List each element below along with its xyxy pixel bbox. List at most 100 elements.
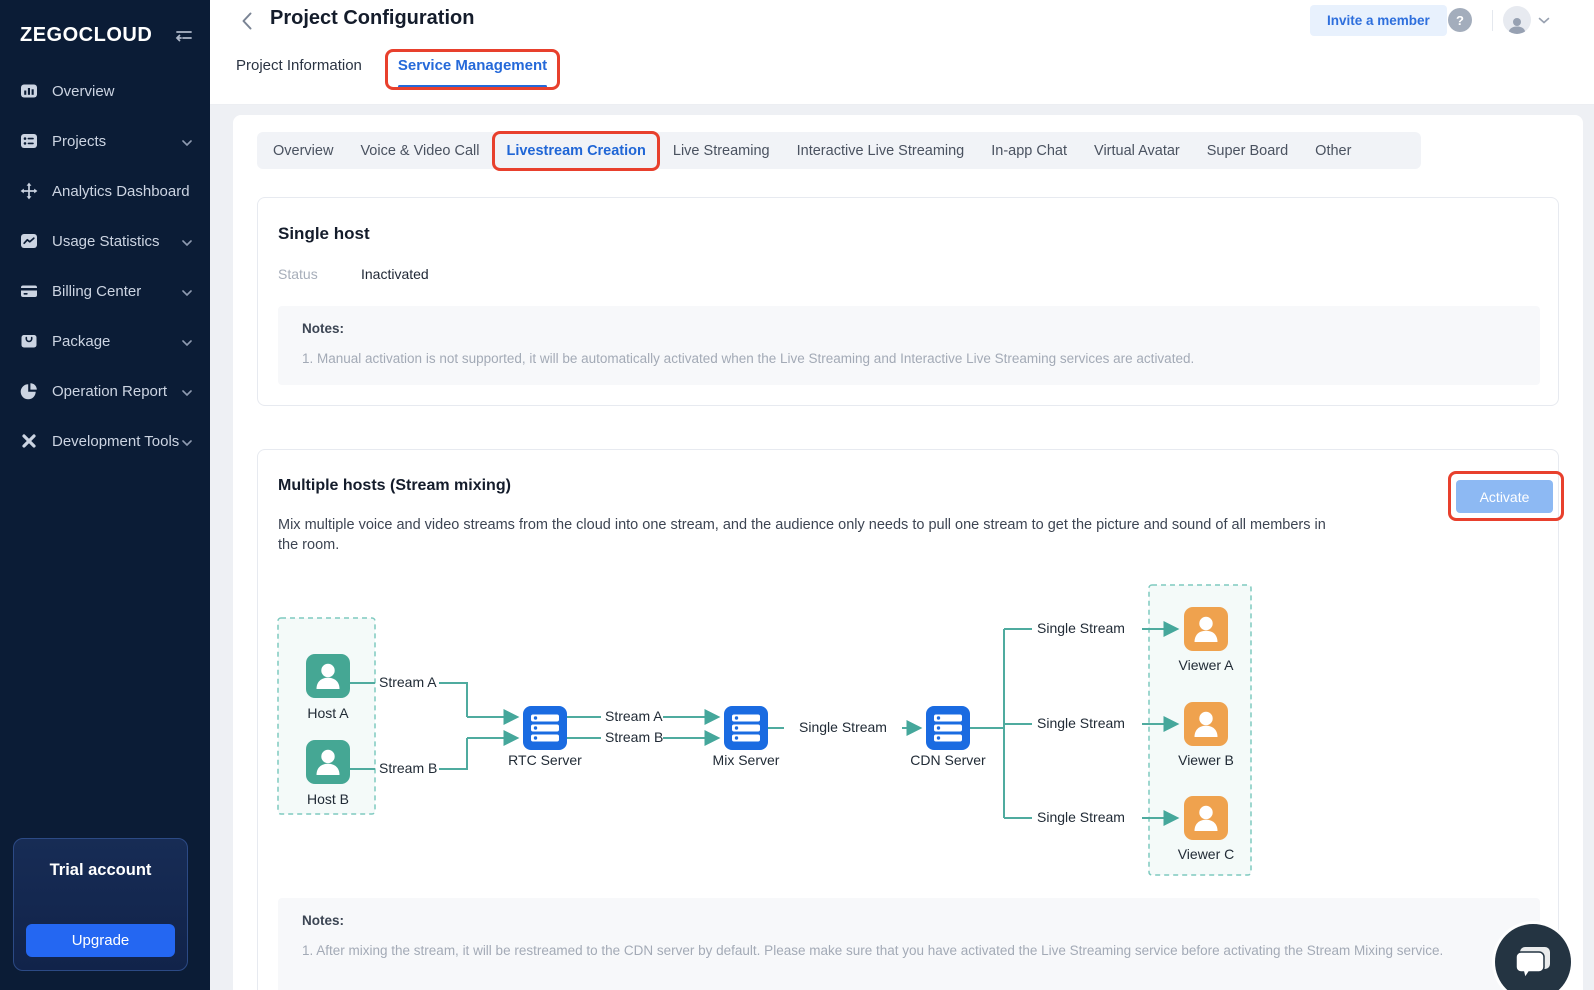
- multiple-hosts-card: Multiple hosts (Stream mixing) Activate …: [257, 449, 1559, 990]
- sidebar-item-projects[interactable]: Projects: [0, 129, 210, 153]
- sidebar-item-label: Development Tools: [52, 433, 179, 450]
- notes-title: Notes:: [302, 321, 1516, 336]
- sidebar-item-billing-center[interactable]: Billing Center: [0, 279, 210, 303]
- host-b-icon: [306, 740, 350, 784]
- sidebar-item-label: Usage Statistics: [52, 233, 160, 250]
- viewer-c-icon: [1184, 796, 1228, 840]
- host-a-label: Host A: [307, 705, 349, 721]
- sidebar-item-package[interactable]: Package: [0, 329, 210, 353]
- sidebar-item-analytics-dashboard[interactable]: Analytics Dashboard: [0, 179, 210, 203]
- subtab-super-board[interactable]: Super Board: [1207, 143, 1288, 159]
- viewer-a-label: Viewer A: [1179, 657, 1235, 673]
- sidebar-item-label: Projects: [52, 133, 106, 150]
- host-b-label: Host B: [307, 791, 349, 807]
- status-label: Status: [278, 266, 318, 282]
- viewer-a-icon: [1184, 607, 1228, 651]
- stream-mixing-diagram: Host A Host B Stream A Stream B RTC Serv…: [271, 571, 1273, 877]
- viewer-b-label: Viewer B: [1178, 752, 1234, 768]
- move-arrows-icon: [20, 182, 38, 200]
- credit-card-icon: [20, 282, 38, 300]
- single-stream-label: Single Stream: [1037, 715, 1125, 731]
- project-tabs: Project Information Service Management: [236, 57, 547, 88]
- sidebar-item-label: Operation Report: [52, 383, 167, 400]
- stream-a-label: Stream A: [379, 674, 437, 690]
- cdn-server-label: CDN Server: [910, 752, 986, 768]
- upgrade-button[interactable]: Upgrade: [26, 924, 175, 957]
- status-row: Status Inactivated: [278, 266, 318, 282]
- header-divider: [1492, 10, 1493, 31]
- sidebar-item-operation-report[interactable]: Operation Report: [0, 379, 210, 403]
- viewer-c-label: Viewer C: [1178, 846, 1235, 862]
- page-title: Project Configuration: [270, 7, 474, 30]
- subtab-in-app-chat[interactable]: In-app Chat: [991, 143, 1067, 159]
- single-stream-label: Single Stream: [799, 719, 887, 735]
- line-chart-icon: [20, 232, 38, 250]
- collapse-sidebar-icon[interactable]: [174, 28, 194, 44]
- chevron-down-icon: [1538, 17, 1550, 24]
- sidebar: ZEGOCLOUD Overview Projects: [0, 0, 210, 990]
- avatar: [1503, 6, 1531, 34]
- viewer-b-icon: [1184, 702, 1228, 746]
- top-header: Project Configuration Invite a member ? …: [210, 0, 1594, 105]
- activate-button[interactable]: Activate: [1456, 480, 1553, 513]
- single-stream-label: Single Stream: [1037, 620, 1125, 636]
- back-button[interactable]: [236, 10, 258, 32]
- sidebar-item-label: Billing Center: [52, 283, 141, 300]
- chevron-down-icon: [182, 333, 192, 350]
- subtab-label: Livestream Creation: [506, 143, 645, 159]
- mix-server-icon: [724, 706, 768, 750]
- cdn-server-icon: [926, 706, 970, 750]
- rtc-server-label: RTC Server: [508, 752, 582, 768]
- tab-label: Project Information: [236, 57, 362, 74]
- stream-mixing-description: Mix multiple voice and video streams fro…: [278, 515, 1348, 555]
- zegocloud-logo: ZEGOCLOUD: [20, 24, 152, 47]
- trial-account-title: Trial account: [14, 861, 187, 880]
- single-host-notes: Notes: 1. Manual activation is not suppo…: [278, 306, 1540, 385]
- tools-icon: [20, 432, 38, 450]
- account-menu[interactable]: [1503, 6, 1550, 34]
- subtab-other[interactable]: Other: [1315, 143, 1351, 159]
- stream-b-label: Stream B: [605, 729, 663, 745]
- subtab-interactive-live-streaming[interactable]: Interactive Live Streaming: [797, 143, 965, 159]
- chevron-down-icon: [182, 383, 192, 400]
- subtab-overview[interactable]: Overview: [273, 143, 333, 159]
- service-subtabs: Overview Voice & Video Call Livestream C…: [257, 132, 1421, 169]
- chat-bubble-icon: [1513, 943, 1553, 981]
- sidebar-item-overview[interactable]: Overview: [0, 79, 210, 103]
- pie-chart-icon: [20, 382, 38, 400]
- chevron-down-icon: [182, 433, 192, 450]
- single-host-card: Single host Status Inactivated Notes: 1.…: [257, 197, 1559, 406]
- chevron-down-icon: [182, 133, 192, 150]
- subtab-livestream-creation[interactable]: Livestream Creation: [506, 143, 645, 159]
- sidebar-item-label: Analytics Dashboard: [52, 183, 190, 200]
- package-bag-icon: [20, 332, 38, 350]
- tab-service-management[interactable]: Service Management: [398, 57, 547, 88]
- rtc-server-icon: [523, 706, 567, 750]
- single-stream-label: Single Stream: [1037, 809, 1125, 825]
- project-list-icon: [20, 132, 38, 150]
- notes-text: 1. After mixing the stream, it will be r…: [302, 941, 1516, 961]
- status-value: Inactivated: [361, 266, 429, 282]
- single-host-title: Single host: [278, 224, 370, 244]
- chevron-down-icon: [182, 233, 192, 250]
- sidebar-item-usage-statistics[interactable]: Usage Statistics: [0, 229, 210, 253]
- sidebar-item-development-tools[interactable]: Development Tools: [0, 429, 210, 453]
- invite-member-button[interactable]: Invite a member: [1310, 5, 1447, 36]
- bar-chart-icon: [20, 82, 38, 100]
- notes-text: 1. Manual activation is not supported, i…: [302, 349, 1516, 369]
- support-chat-button[interactable]: [1495, 924, 1571, 990]
- multiple-hosts-notes: Notes: 1. After mixing the stream, it wi…: [278, 898, 1540, 990]
- subtab-voice-video-call[interactable]: Voice & Video Call: [360, 143, 479, 159]
- sidebar-nav: Overview Projects Analytics Dashboard Us…: [0, 79, 210, 453]
- stream-b-label: Stream B: [379, 760, 437, 776]
- trial-account-card: Trial account Upgrade: [13, 838, 188, 971]
- main-panel: Overview Voice & Video Call Livestream C…: [233, 115, 1583, 990]
- chevron-down-icon: [182, 283, 192, 300]
- tab-project-information[interactable]: Project Information: [236, 57, 362, 88]
- stream-a-label: Stream A: [605, 708, 663, 724]
- help-icon[interactable]: ?: [1448, 8, 1472, 32]
- notes-title: Notes:: [302, 913, 1516, 928]
- subtab-live-streaming[interactable]: Live Streaming: [673, 143, 770, 159]
- sidebar-item-label: Overview: [52, 83, 115, 100]
- subtab-virtual-avatar[interactable]: Virtual Avatar: [1094, 143, 1180, 159]
